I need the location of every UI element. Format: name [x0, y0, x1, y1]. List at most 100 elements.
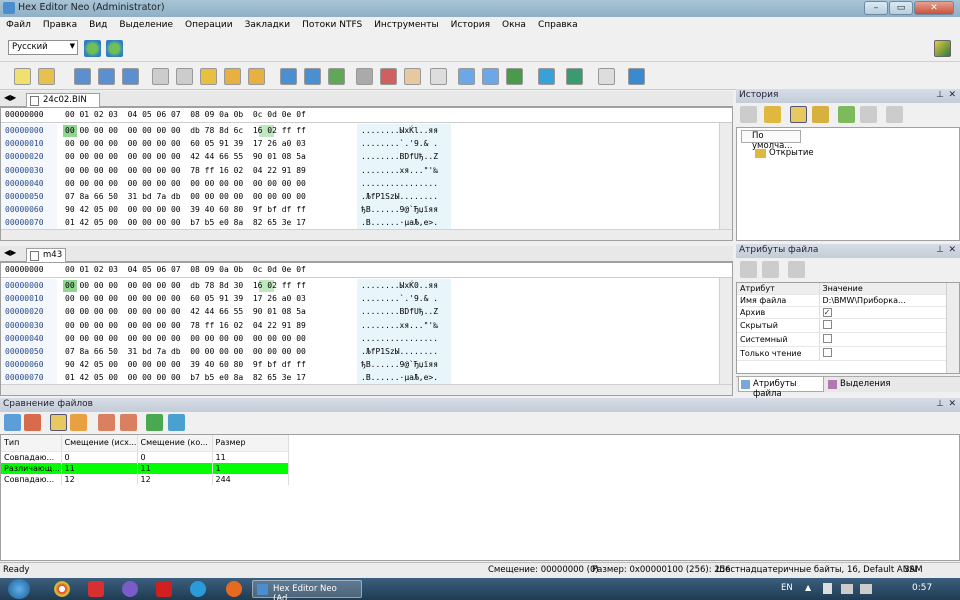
row-hex-bytes[interactable]: 00 00 00 00 00 00 00 00 db 78 8d 6c 16 0… — [65, 126, 306, 135]
row-ascii[interactable]: ........ЫхЌl..яя — [361, 126, 438, 135]
vertical-scrollbar[interactable] — [719, 278, 732, 386]
attribute-checkbox[interactable] — [822, 348, 832, 357]
taskbar-active-app[interactable]: Hex Editor Neo (Ad... — [252, 580, 362, 600]
paste-icon[interactable] — [248, 68, 265, 85]
branch-icon[interactable] — [812, 106, 829, 123]
hex-row[interactable]: 00000020 00 00 00 00 00 00 00 00 42 44 66… — [1, 307, 721, 320]
undo-icon[interactable] — [152, 68, 169, 85]
attribute-value[interactable] — [819, 346, 948, 361]
menu-item[interactable]: Вид — [83, 17, 113, 33]
help-f1-icon[interactable] — [598, 68, 615, 85]
row-ascii[interactable]: .B......·µаЉ‚e>. — [361, 218, 438, 227]
menu-item[interactable]: Инструменты — [368, 17, 444, 33]
history-root[interactable]: По умолча... — [741, 130, 801, 151]
attribute-value[interactable] — [819, 332, 948, 347]
horizontal-scrollbar[interactable] — [1, 384, 732, 395]
goto-icon[interactable] — [280, 68, 297, 85]
menu-item[interactable]: Файл — [0, 17, 37, 33]
language-indicator[interactable]: EN — [781, 583, 793, 593]
hex-row[interactable]: 00000010 00 00 00 00 00 00 00 00 60 05 91… — [1, 294, 721, 307]
row-hex-bytes[interactable]: 00 00 00 00 00 00 00 00 60 05 91 39 17 2… — [65, 139, 306, 148]
hex-row[interactable]: 00000060 90 42 05 00 00 00 00 00 39 40 60… — [1, 205, 721, 218]
hex-row[interactable]: 00000020 00 00 00 00 00 00 00 00 42 44 66… — [1, 152, 721, 165]
attribute-row[interactable]: Скрытый — [737, 318, 948, 333]
volume-icon[interactable] — [860, 584, 872, 594]
firefox-icon[interactable] — [226, 581, 242, 597]
row-hex-bytes[interactable]: 90 42 05 00 00 00 00 00 39 40 60 80 9f b… — [65, 205, 306, 214]
close-icon[interactable]: ✕ — [948, 245, 956, 255]
attribute-value[interactable]: ✓ — [819, 306, 948, 319]
sync-icon[interactable] — [50, 414, 67, 431]
row-hex-bytes[interactable]: 00 00 00 00 00 00 00 00 42 44 66 55 90 0… — [65, 307, 306, 316]
attribute-row[interactable]: Системный — [737, 332, 948, 347]
compare-icon[interactable] — [566, 68, 583, 85]
compare-row[interactable]: Совпадаю... 0 0 11 — [1, 451, 289, 463]
apply-icon[interactable] — [740, 261, 757, 278]
compare-row[interactable]: Совпадаю... 12 12 244 — [1, 473, 289, 485]
start-button[interactable] — [8, 579, 30, 599]
replace-icon[interactable] — [328, 68, 345, 85]
attribute-row[interactable]: Имя файла D:\BMW\Приборка... — [737, 294, 948, 307]
remove-icon[interactable] — [860, 106, 877, 123]
attribute-checkbox[interactable]: ✓ — [822, 308, 832, 317]
row-ascii[interactable]: ........xя..."'‰ — [361, 321, 438, 330]
row-hex-bytes[interactable]: 01 42 05 00 00 00 00 00 b7 b5 e0 8a 82 6… — [65, 373, 306, 382]
highlight-icon[interactable] — [506, 68, 523, 85]
close-icon[interactable]: ✕ — [948, 399, 956, 409]
hex-row[interactable]: 00000030 00 00 00 00 00 00 00 00 78 ff 16… — [1, 166, 721, 179]
row-ascii[interactable]: .B......·µаЉ‚e>. — [361, 373, 438, 382]
close-icon[interactable]: ✕ — [948, 90, 956, 100]
row-ascii[interactable]: ........BDfUђ..Z — [361, 152, 438, 161]
stop-icon[interactable] — [24, 414, 41, 431]
columns-icon[interactable] — [380, 68, 397, 85]
save-as-icon[interactable] — [122, 68, 139, 85]
tab-attributes[interactable]: Атрибуты файла — [738, 377, 824, 399]
copy-icon[interactable] — [224, 68, 241, 85]
menu-item[interactable]: История — [445, 17, 496, 33]
app-red-icon[interactable] — [88, 581, 104, 597]
reset-icon[interactable] — [762, 261, 779, 278]
menu-item[interactable]: Закладки — [239, 17, 297, 33]
row-hex-bytes[interactable]: 07 8a 66 50 31 bd 7a db 00 00 00 00 00 0… — [65, 192, 306, 201]
view-icon[interactable] — [790, 106, 807, 123]
compare-column-header[interactable]: Смещение (исх... — [61, 435, 138, 452]
clear-icon[interactable] — [886, 106, 903, 123]
edit-icon[interactable] — [200, 68, 217, 85]
close-button[interactable]: ✕ — [914, 1, 954, 15]
row-hex-bytes[interactable]: 07 8a 66 50 31 bd 7a db 00 00 00 00 00 0… — [65, 347, 306, 356]
row-ascii[interactable]: .ЉfP1ЅzЫ........ — [361, 347, 438, 356]
numbers-icon[interactable] — [430, 68, 447, 85]
pin-icon[interactable]: ⊥ — [936, 90, 944, 100]
find-icon[interactable] — [304, 68, 321, 85]
compare-column-header[interactable]: Размер — [212, 435, 289, 452]
prev-diff-icon[interactable] — [98, 414, 115, 431]
hex-row[interactable]: 00000040 00 00 00 00 00 00 00 00 00 00 00… — [1, 179, 721, 192]
tool-icon[interactable] — [356, 68, 373, 85]
minimize-button[interactable]: – — [864, 1, 888, 15]
attributes-scrollbar[interactable] — [946, 283, 959, 373]
row-hex-bytes[interactable]: 90 42 05 00 00 00 00 00 39 40 60 80 9f b… — [65, 360, 306, 369]
globe-settings-icon[interactable] — [106, 40, 123, 57]
hex-row[interactable]: 00000050 07 8a 66 50 31 bd 7a db 00 00 00… — [1, 192, 721, 205]
pin-icon[interactable]: ⊥ — [936, 245, 944, 255]
view-hex-icon[interactable] — [458, 68, 475, 85]
layout-icon[interactable] — [934, 40, 951, 57]
compare-row[interactable]: Различающ... 11 11 1 — [1, 462, 289, 474]
viber-icon[interactable] — [122, 581, 138, 597]
row-ascii[interactable]: ................ — [361, 179, 438, 188]
tab-selections[interactable]: Выделения — [826, 377, 891, 392]
maximize-button[interactable]: ▭ — [889, 1, 913, 15]
row-ascii[interactable]: ........BDfUђ..Z — [361, 307, 438, 316]
row-hex-bytes[interactable]: 00 00 00 00 00 00 00 00 db 78 8d 30 16 0… — [65, 281, 306, 290]
vertical-scrollbar[interactable] — [719, 123, 732, 231]
opera-icon[interactable] — [156, 581, 172, 597]
attribute-row[interactable]: Архив ✓ — [737, 306, 948, 319]
row-ascii[interactable]: ........`.'9.& . — [361, 139, 438, 148]
chrome-icon[interactable] — [54, 581, 70, 597]
tab-file-m43[interactable]: m43 — [26, 248, 66, 262]
row-hex-bytes[interactable]: 00 00 00 00 00 00 00 00 00 00 00 00 00 0… — [65, 334, 306, 343]
compare-icon[interactable] — [4, 414, 21, 431]
row-ascii[interactable]: ........xя..."'‰ — [361, 166, 438, 175]
monitor-icon[interactable] — [538, 68, 555, 85]
menu-item[interactable]: Потоки NTFS — [296, 17, 368, 33]
